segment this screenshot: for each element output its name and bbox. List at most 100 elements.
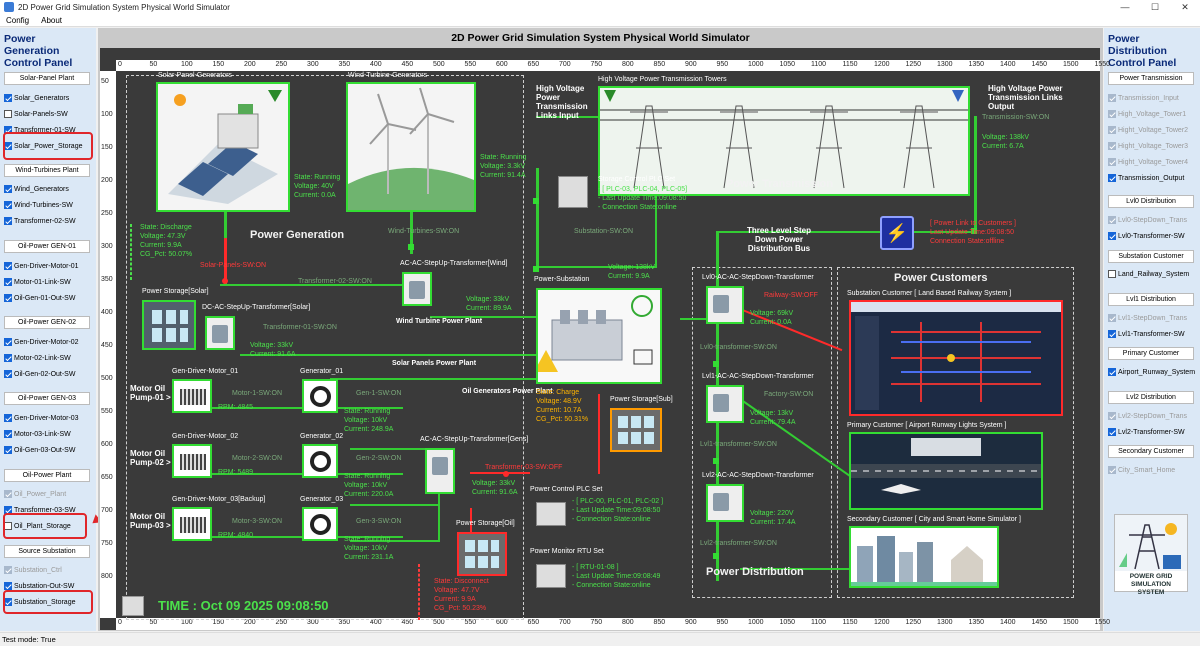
switch-node[interactable] (503, 471, 509, 477)
ruler-tick: 400 (101, 309, 113, 316)
section-header: Oil-Power GEN-02 (4, 316, 90, 329)
checkbox-lvl1-transformer-sw[interactable]: Lvl1-Transformer-SW (1108, 328, 1185, 340)
sim-canvas[interactable]: 0 50 100 150 200 250 300 350 400 450 500 550 600 650 7… (100, 48, 1110, 630)
menu-about[interactable]: About (41, 16, 62, 25)
panel-title: Power Generation Control Panel (4, 33, 73, 69)
switch-node[interactable] (222, 278, 228, 284)
switch-node[interactable] (713, 361, 719, 367)
generator-icon[interactable] (302, 507, 338, 541)
city-customer-screen[interactable] (849, 526, 999, 588)
solar-panels-sw-label: Solar-Panels-SW:ON (200, 262, 267, 269)
ruler-tick: 1500 (1063, 61, 1079, 68)
checkbox-oil-gen-03-out-sw[interactable]: Oil-Gen-03-Out-SW (4, 444, 75, 456)
checkbox-lvl1-stepdown-trans: Lvl1-StepDown_Trans (1108, 312, 1187, 324)
pump-label: Motor Oil Pump-01 > (130, 384, 171, 402)
cust-primary-label: Primary Customer [ Airport Runway Lights… (847, 422, 1007, 429)
motor-rpm: RPM: 4840 (218, 532, 254, 539)
solar-storage-box[interactable] (142, 300, 196, 350)
transmission-sw-label: Transmission-SW:ON (982, 114, 1050, 121)
wind-plant-label: Wind Turbine Power Plant (396, 318, 483, 325)
ruler-tick: 950 (716, 61, 729, 68)
checkbox-oil-gen-02-out-sw[interactable]: Oil-Gen-02-Out-SW (4, 368, 75, 380)
wind-transformer-icon[interactable] (402, 272, 432, 306)
wind-turbines-scene[interactable] (346, 82, 476, 212)
battery-icon (465, 540, 499, 568)
oil-storage-box[interactable] (457, 532, 507, 576)
wire (536, 208, 539, 268)
towers-label: High Voltage Power Transmission Towers (598, 76, 727, 83)
plc-icon[interactable] (536, 502, 566, 526)
checkbox-wind-turbines-sw[interactable]: Wind-Turbines-SW (4, 199, 73, 211)
motor-icon[interactable] (172, 444, 212, 478)
power-link-conn: Connection State:offline (930, 238, 1005, 245)
ruler-tick: 200 (244, 61, 256, 68)
checkbox-wind-generators[interactable]: Wind_Generators (4, 183, 69, 195)
checkbox-transmission-output[interactable]: Transmission_Output (1108, 172, 1184, 184)
checkbox-gen-driver-motor-03[interactable]: Gen-Driver-Motor-03 (4, 412, 79, 424)
close-button[interactable]: ✕ (1170, 0, 1200, 14)
menu-config[interactable]: Config (6, 16, 29, 25)
generator-icon[interactable] (302, 379, 338, 413)
checkbox-lvl2-transformer-sw[interactable]: Lvl2-Transformer-SW (1108, 426, 1185, 438)
ruler-tick: 250 (101, 210, 113, 217)
sub-storage-name: Power Storage[Sub] (610, 396, 673, 403)
checkbox-lvl0-transformer-sw[interactable]: Lvl0-Transformer-SW (1108, 230, 1185, 242)
checkbox-label: Solar_Generators (14, 94, 70, 102)
switch-node[interactable] (713, 553, 719, 559)
minimize-button[interactable]: — (1110, 0, 1140, 14)
power-link-icon[interactable]: ⚡ (880, 216, 914, 250)
switch-node[interactable] (533, 198, 539, 204)
transmission-label: Power Transmission (726, 178, 833, 190)
switch-node[interactable] (408, 244, 414, 250)
substation-voltage: Voltage: 48.9V (536, 398, 582, 405)
railway-customer-screen[interactable] (849, 300, 1063, 416)
time-display: TIME : Oct 09 2025 09:08:50 (158, 598, 329, 613)
substation-current: Current: 10.7A (536, 407, 582, 414)
solar-panels-scene[interactable] (156, 82, 290, 212)
checkbox-icon (4, 110, 12, 118)
airport-customer-screen[interactable] (849, 432, 1043, 510)
rtu-icon[interactable] (536, 564, 566, 588)
ruler-tick: 700 (559, 61, 571, 68)
sub-storage-box[interactable] (610, 408, 662, 452)
storage-plc-conn: - Connection State:online (598, 204, 677, 211)
checkbox-motor-02-link-sw[interactable]: Motor-02-Link-SW (4, 352, 71, 364)
checkbox-solar-panels-sw[interactable]: Solar-Panels-SW (4, 108, 68, 120)
battery-icon (152, 310, 188, 342)
motor-link-sw: Motor-2-SW:ON (232, 455, 283, 462)
ruler-tick: 350 (338, 619, 351, 626)
checkbox-high-voltage-tower1: High_Voltage_Tower1 (1108, 108, 1186, 120)
wind-xfmr-voltage: Voltage: 33kV (466, 296, 510, 303)
motor-icon[interactable] (172, 379, 212, 413)
checkbox-motor-01-link-sw[interactable]: Motor-01-Link-SW (4, 276, 71, 288)
checkbox-airport-runway-system[interactable]: Airport_Runway_System (1108, 366, 1195, 378)
lvl2-transformer-icon[interactable] (706, 484, 744, 522)
ruler-tick: 1000 (748, 619, 764, 626)
gen-state: State: Running (344, 536, 391, 543)
checkbox-gen-driver-motor-02[interactable]: Gen-Driver-Motor-02 (4, 336, 79, 348)
lvl0-sw-label: Lvl0-transformer-SW:ON (700, 344, 777, 351)
checkbox-land-railway-system[interactable]: Land_Railway_System (1108, 268, 1189, 280)
checkbox-transformer-02-sw[interactable]: Transformer-02-SW (4, 215, 76, 227)
gens-transformer-icon[interactable] (425, 448, 455, 494)
ruler-tick: 100 (101, 111, 113, 118)
generator-icon[interactable] (302, 444, 338, 478)
checkbox-motor-03-link-sw[interactable]: Motor-03-Link-SW (4, 428, 71, 440)
plc-icon[interactable] (558, 176, 588, 208)
checkbox-lvl2-stepdown-trans: Lvl2-StepDown_Trans (1108, 410, 1187, 422)
switch-node[interactable] (533, 266, 539, 272)
substation-scene[interactable] (534, 288, 662, 384)
maximize-button[interactable]: ☐ (1140, 0, 1170, 14)
checkbox-solar-generators[interactable]: Solar_Generators (4, 92, 69, 104)
solar-transformer-icon[interactable] (205, 316, 235, 350)
airport-runway-icon (851, 438, 1041, 494)
switch-node[interactable] (713, 458, 719, 464)
checkbox-gen-driver-motor-01[interactable]: Gen-Driver-Motor-01 (4, 260, 79, 272)
ruler-tick: 950 (716, 619, 729, 626)
gen-current: Current: 248.9A (344, 426, 394, 433)
motor-icon[interactable] (172, 507, 212, 541)
lvl1-transformer-icon[interactable] (706, 385, 744, 423)
checkbox-oil-gen-01-out-sw[interactable]: Oil-Gen-01-Out-SW (4, 292, 75, 304)
power-plc-title: Power Control PLC Set (530, 486, 603, 493)
lvl0-transformer-icon[interactable] (706, 286, 744, 324)
